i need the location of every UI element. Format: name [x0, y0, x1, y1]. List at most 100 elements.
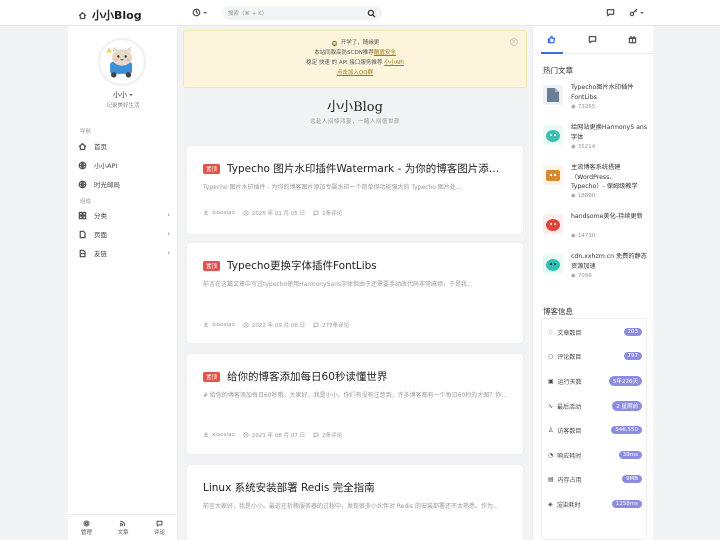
stat-last-active: ∿ 最后活动 2 星期前 [548, 399, 642, 413]
sidebar-item-category[interactable]: 分类 › [78, 207, 170, 223]
post-comments[interactable]: 1条评论 [313, 209, 342, 217]
post-author[interactable]: xiaoxiao [203, 322, 235, 328]
clock-icon [243, 432, 249, 438]
clock-icon [243, 210, 249, 216]
post-card[interactable]: 置顶 给你的博客添加每日60秒读懂世界 # 给你的博客添加每日60秒哦，大家好，… [187, 354, 523, 454]
calendar-icon: ▣ [548, 377, 554, 385]
comments-feed-button[interactable]: 评论 [154, 520, 165, 536]
views-count: 14730 [577, 233, 596, 239]
close-icon[interactable]: × [510, 38, 518, 46]
sidebar-item-home[interactable]: 首页 [78, 138, 170, 154]
post-card[interactable]: Linux 系统安装部署 Redis 完全指南 前言大家好，我是小小。最近在折腾… [187, 465, 523, 540]
notice-banner: 开学了，随缘更 本站同款高防SCDN推荐酷盾安全 稳定 快速 的 API 接口服… [183, 30, 527, 88]
comment-icon: ○ [548, 352, 554, 360]
post-comments-text: 277条评论 [322, 323, 350, 329]
post-date-text: 2025 年 01 月 05 日 [251, 211, 306, 217]
hot-article[interactable]: 主流博客系统搭建（WordPress、Typecho）- 保姆级教学 ◉ 1889… [543, 163, 647, 203]
stat-label: 内存占用 [557, 476, 582, 484]
sidebar-item-pages[interactable]: 页面 › [78, 226, 170, 242]
post-excerpt: 前言大家好，我是小小。最近在折腾服务器的过程中，发现很多小伙伴对 Redis 的… [203, 503, 499, 510]
sidebar-item-api[interactable]: 小小API [78, 157, 170, 173]
tab-gifts[interactable] [628, 35, 637, 44]
sidebar-item-links[interactable]: 友链 › [78, 245, 170, 261]
thumbnail-image [547, 88, 559, 102]
hot-article[interactable]: handsome美化-持续更新 ◉ 14730 [543, 212, 647, 252]
page-title: 小小Blog [327, 100, 383, 115]
post-title[interactable]: Typecho 图片水印插件Watermark - 为你的博客图片添加水印 [227, 161, 507, 176]
post-excerpt: 前言在这篇文章中写过typecho使用HarmonySans字体但由于还需要手动… [203, 281, 473, 288]
avatar[interactable] [98, 38, 146, 86]
views-count: 18890 [577, 193, 596, 199]
views-count: 7059 [577, 273, 592, 279]
page-subtitle: 远赴人间惊鸿宴，一睹人间盛世颜 [309, 119, 400, 125]
components-section-label: 组成 [80, 199, 92, 205]
page-scroll-area[interactable] [653, 26, 720, 540]
search-icon[interactable] [367, 9, 376, 18]
post-author[interactable]: xiaoxiao [203, 432, 235, 438]
post-author[interactable]: xiaoxiao [203, 210, 235, 216]
rss-icon [120, 520, 126, 526]
post-title[interactable]: Typecho更换字体插件FontLibs [227, 258, 377, 273]
blog-info-card: ♢ 文章数目 203 ○ 评论数目 797 ▣ 运行天数 5年226天 ∿ 最后活动 2 星期前… [541, 318, 647, 540]
sidebar-bottom-bar: 管理 文章 评论 [68, 514, 178, 540]
visitor-icon: ♙ [548, 426, 554, 434]
article-thumbnail [543, 85, 563, 105]
hot-article[interactable]: Typecho图片水印插件FontLibs ◉ 73255 [543, 83, 647, 123]
post-date-text: 2022 年 09 月 06 日 [251, 323, 306, 329]
active-tab-indicator [541, 52, 563, 54]
eye-icon: ◉ [571, 144, 576, 150]
stat-value: 203 [623, 328, 642, 336]
stat-memory: ▤ 内存占用 9MB [548, 472, 642, 486]
stat-label: 运行天数 [557, 378, 582, 386]
post-comments[interactable]: 2条评论 [313, 431, 342, 439]
globe-icon [78, 180, 87, 188]
user-menu-button[interactable] [629, 8, 644, 17]
memory-icon: ▤ [548, 475, 554, 483]
clock-icon [243, 322, 249, 328]
post-comments[interactable]: 277条评论 [313, 321, 349, 329]
articles-feed-button[interactable]: 文章 [117, 520, 128, 536]
post-author-name: xiaoxiao [212, 432, 235, 438]
brand[interactable]: 小小Blog [78, 7, 142, 23]
user-name[interactable]: 小小 [68, 90, 178, 100]
grid-icon [78, 211, 87, 219]
post-card[interactable]: 置顶 Typecho更换字体插件FontLibs 前言在这篇文章中写过typec… [187, 243, 523, 343]
message-button[interactable] [606, 8, 615, 17]
sidebar-item-label: 友链 [94, 250, 107, 258]
post-date: 2022 年 09 月 06 日 [243, 321, 305, 329]
tab-comments[interactable] [588, 35, 597, 44]
hot-article[interactable]: cdn.xxhzm.cn 免费的静态资源加速 ◉ 7059 [543, 252, 647, 292]
pinned-badge: 置顶 [203, 260, 221, 271]
post-author-name: xiaoxiao [212, 322, 235, 328]
sidebar-item-time-post[interactable]: 时光邮局 [78, 176, 170, 192]
post-title[interactable]: Linux 系统安装部署 Redis 完全指南 [203, 480, 375, 495]
search-placeholder: 搜索（⌘ + K） [228, 11, 268, 17]
user-icon [203, 210, 209, 216]
stat-value: 1258ms [611, 500, 642, 508]
bulb-icon: ♢ [548, 328, 554, 336]
notice-link-api[interactable]: 小小API [384, 60, 404, 66]
search-input[interactable]: 搜索（⌘ + K） [222, 6, 382, 20]
clock-icon [192, 8, 201, 17]
comment-icon [313, 322, 319, 328]
comment-icon [156, 520, 163, 527]
top-header: 小小Blog 搜索（⌘ + K） [0, 0, 720, 26]
tab-hot[interactable] [547, 35, 556, 44]
notice-link-scdn[interactable]: 酷盾安全 [374, 50, 396, 56]
manage-label: 管理 [80, 529, 92, 536]
stat-value: 797 [623, 352, 642, 360]
manage-button[interactable]: 管理 [80, 519, 92, 536]
hot-article[interactable]: 给网站更换HarmonyS ans字体 ◉ 35214 [543, 123, 647, 163]
article-thumbnail [543, 125, 563, 145]
right-tabs [533, 26, 654, 54]
notice-link-qq[interactable]: 点击加入QQ群 [337, 70, 373, 76]
stat-visitors: ♙ 访客数目 546,550 [548, 423, 642, 437]
post-title[interactable]: 给你的博客添加每日60秒读懂世界 [227, 369, 387, 384]
post-card[interactable]: 置顶 Typecho 图片水印插件Watermark - 为你的博客图片添加水印… [187, 146, 523, 234]
gift-icon [628, 36, 637, 44]
thumbnail-image [546, 170, 560, 181]
user-name-text: 小小 [113, 91, 127, 99]
theme-clock-toggle[interactable] [192, 8, 207, 17]
globe-icon [78, 161, 87, 169]
sidebar-item-label: 分类 [94, 212, 107, 220]
